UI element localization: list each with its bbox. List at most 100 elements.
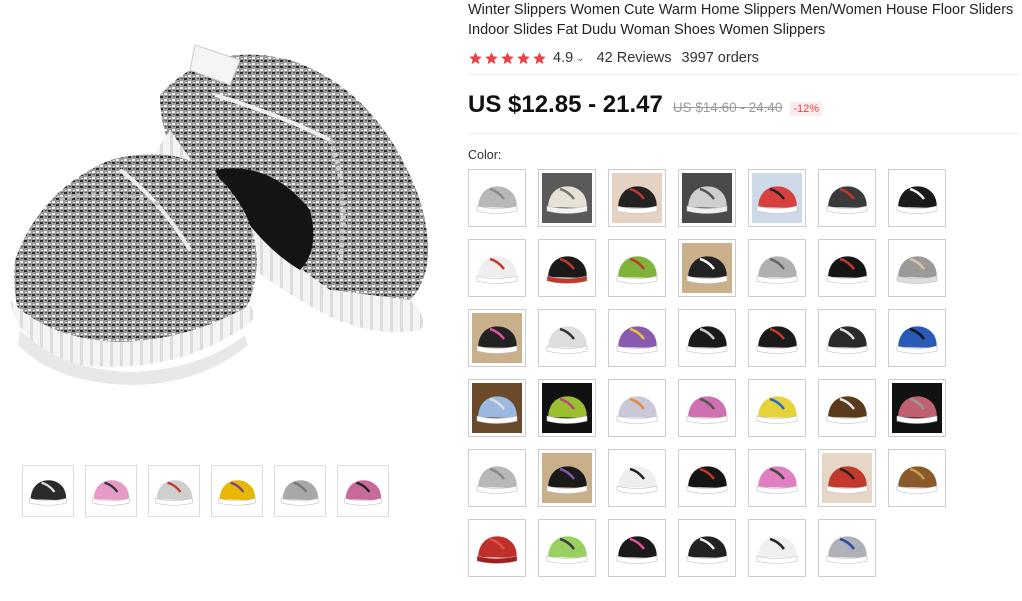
gallery-thumbnail[interactable] bbox=[211, 465, 263, 517]
color-swatch[interactable] bbox=[818, 519, 876, 577]
star-icon bbox=[485, 51, 498, 64]
color-swatch[interactable] bbox=[608, 449, 666, 507]
color-swatch[interactable] bbox=[608, 519, 666, 577]
color-swatch[interactable] bbox=[608, 169, 666, 227]
color-swatch[interactable] bbox=[538, 169, 596, 227]
slipper-green-icon bbox=[542, 383, 592, 433]
color-swatch[interactable] bbox=[468, 169, 526, 227]
color-swatch[interactable] bbox=[678, 169, 736, 227]
color-swatch[interactable] bbox=[538, 449, 596, 507]
color-swatch[interactable] bbox=[468, 379, 526, 437]
chevron-down-icon[interactable]: ⌄ bbox=[576, 53, 584, 64]
color-swatch[interactable] bbox=[748, 379, 806, 437]
reviews-link[interactable]: 42 Reviews bbox=[597, 50, 672, 66]
gallery-thumbnail[interactable] bbox=[337, 465, 389, 517]
current-price: US $12.85 - 21.47 bbox=[468, 91, 663, 118]
color-swatch[interactable] bbox=[468, 239, 526, 297]
slipper-zebra-icon bbox=[542, 313, 592, 363]
slipper-pink-black-icon bbox=[340, 468, 386, 514]
original-price: US $14.60 - 24.40 bbox=[672, 100, 783, 115]
color-swatch[interactable] bbox=[748, 169, 806, 227]
slipper-grey-icon bbox=[682, 173, 732, 223]
gallery-thumbnail[interactable] bbox=[274, 465, 326, 517]
color-swatch[interactable] bbox=[608, 309, 666, 367]
slipper-black-icon bbox=[892, 173, 942, 223]
star-rating bbox=[468, 51, 547, 66]
slipper-pink-icon bbox=[682, 383, 732, 433]
color-swatch[interactable] bbox=[888, 379, 946, 437]
color-swatch[interactable] bbox=[468, 519, 526, 577]
slipper-black-red-icon bbox=[542, 243, 592, 293]
color-swatch[interactable] bbox=[748, 449, 806, 507]
slipper-black-pink-icon bbox=[612, 523, 662, 573]
color-swatch[interactable] bbox=[678, 449, 736, 507]
color-swatch[interactable] bbox=[748, 519, 806, 577]
color-swatch[interactable] bbox=[818, 309, 876, 367]
slipper-black-white-icon bbox=[25, 468, 71, 514]
color-swatch[interactable] bbox=[538, 239, 596, 297]
color-label: Color: bbox=[468, 148, 502, 162]
slipper-pink-icon bbox=[752, 453, 802, 503]
slipper-red-black-icon bbox=[752, 173, 802, 223]
slipper-black-red-icon bbox=[822, 243, 872, 293]
color-swatch[interactable] bbox=[678, 309, 736, 367]
orders-count: 3997 orders bbox=[681, 50, 759, 66]
color-swatch[interactable] bbox=[468, 309, 526, 367]
divider bbox=[468, 133, 1018, 134]
slipper-grey-icon bbox=[277, 468, 323, 514]
color-swatch[interactable] bbox=[818, 449, 876, 507]
slipper-black-red-icon bbox=[752, 313, 802, 363]
slipper-grey-blue-icon bbox=[822, 523, 872, 573]
color-swatch[interactable] bbox=[818, 379, 876, 437]
color-swatch[interactable] bbox=[888, 169, 946, 227]
color-swatch[interactable] bbox=[888, 239, 946, 297]
gallery-thumbnail[interactable] bbox=[148, 465, 200, 517]
color-swatch[interactable] bbox=[538, 309, 596, 367]
slipper-black-white-icon bbox=[682, 243, 732, 293]
slipper-white-black-icon bbox=[752, 523, 802, 573]
slipper-yellow-purple-icon bbox=[214, 468, 260, 514]
color-swatch[interactable] bbox=[748, 239, 806, 297]
product-info: Winter Slippers Women Cute Warm Home Sli… bbox=[468, 0, 1020, 577]
color-swatch-grid bbox=[468, 169, 1020, 577]
color-swatch[interactable] bbox=[678, 379, 736, 437]
rating-value[interactable]: 4.9 bbox=[553, 50, 573, 66]
star-icon bbox=[533, 51, 546, 64]
product-gallery bbox=[0, 0, 440, 601]
color-swatch[interactable] bbox=[678, 239, 736, 297]
slipper-grey-icon bbox=[752, 243, 802, 293]
color-swatch[interactable] bbox=[888, 309, 946, 367]
slipper-plush-grey-icon bbox=[892, 243, 942, 293]
slipper-black-white-icon bbox=[682, 523, 732, 573]
main-product-image[interactable] bbox=[0, 0, 440, 440]
slipper-black-red-icon bbox=[822, 173, 872, 223]
slipper-black-white-icon bbox=[822, 313, 872, 363]
slipper-blue-white-icon bbox=[472, 383, 522, 433]
color-swatch[interactable] bbox=[818, 169, 876, 227]
color-swatch[interactable] bbox=[748, 309, 806, 367]
product-title: Winter Slippers Women Cute Warm Home Sli… bbox=[468, 2, 1014, 38]
slipper-black-purple-icon bbox=[542, 453, 592, 503]
color-swatch[interactable] bbox=[538, 519, 596, 577]
slipper-white-icon bbox=[542, 173, 592, 223]
color-swatch[interactable] bbox=[608, 239, 666, 297]
thumbnail-strip bbox=[22, 465, 389, 517]
gallery-thumbnail[interactable] bbox=[85, 465, 137, 517]
color-swatch[interactable] bbox=[608, 379, 666, 437]
slipper-brown-icon bbox=[892, 453, 942, 503]
price-row: US $12.85 - 21.47 US $14.60 - 24.40 -12% bbox=[468, 91, 1020, 123]
rating-row: 4.9 ⌄ 42 Reviews 3997 orders bbox=[468, 49, 1020, 67]
gallery-thumbnail[interactable] bbox=[22, 465, 74, 517]
star-icon bbox=[517, 51, 530, 64]
slipper-silver-icon bbox=[472, 453, 522, 503]
slipper-black-white-icon bbox=[682, 313, 732, 363]
slipper-rainbow-icon bbox=[612, 383, 662, 433]
color-swatch[interactable] bbox=[468, 449, 526, 507]
color-swatch[interactable] bbox=[678, 519, 736, 577]
color-swatch[interactable] bbox=[538, 379, 596, 437]
color-swatch[interactable] bbox=[888, 449, 946, 507]
slipper-pink-grey-icon bbox=[892, 383, 942, 433]
color-swatch[interactable] bbox=[818, 239, 876, 297]
divider bbox=[468, 74, 1018, 75]
star-icon bbox=[469, 51, 482, 64]
